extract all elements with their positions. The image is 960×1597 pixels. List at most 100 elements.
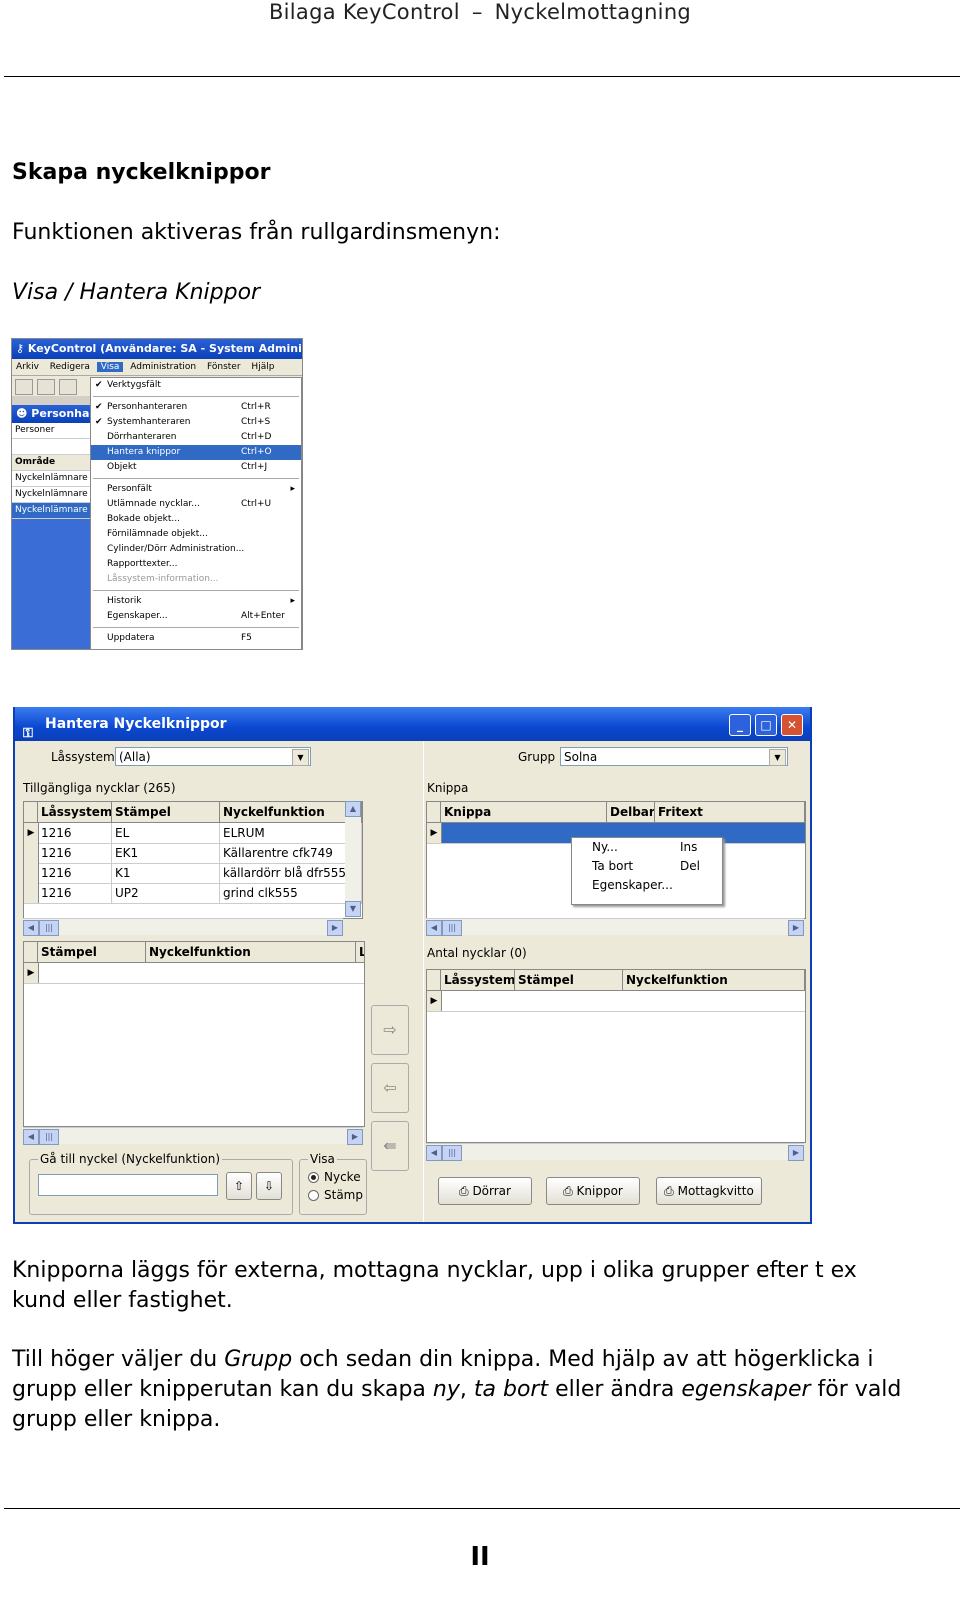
header-rule (4, 76, 960, 77)
col-lassystem[interactable]: Låssystem (38, 802, 112, 822)
scroll-down-icon[interactable]: ▼ (345, 901, 361, 917)
scroll-left-icon[interactable]: ◀ (426, 1145, 442, 1161)
scroll-thumb[interactable]: ||| (39, 920, 59, 936)
vertical-scrollbar[interactable]: ▲ ▼ (345, 801, 361, 917)
maximize-icon[interactable]: □ (755, 714, 777, 736)
menu-item-systemhanteraren[interactable]: ✔ Systemhanteraren Ctrl+S (91, 415, 301, 430)
menu-item-hantera-knippor[interactable]: Hantera knippor Ctrl+O (91, 445, 301, 460)
scroll-left-icon[interactable]: ◀ (23, 1129, 39, 1145)
ctx-item-egenskaper[interactable]: Egenskaper... (572, 876, 722, 895)
horizontal-scrollbar[interactable]: ◀ ||| ▶ (426, 1143, 804, 1161)
menu-fonster[interactable]: Fönster (203, 362, 245, 372)
menu-item-personfalt[interactable]: Personfält ▸ (91, 482, 301, 497)
menu-item-rapporttexter[interactable]: Rapporttexter... (91, 557, 301, 572)
radio-icon[interactable] (308, 1172, 319, 1183)
left-pane: Låssystem (Alla) ▼ Tillgängliga nycklar (… (15, 741, 420, 1222)
person-pane-body: Personer Område Nyckelnlämnare Nyckelnlä… (12, 423, 90, 519)
col-stampel[interactable]: Stämpel (38, 942, 146, 962)
horizontal-scrollbar[interactable]: ◀ ||| ▶ (23, 1127, 363, 1145)
close-icon[interactable]: ✕ (781, 714, 803, 736)
col-delbar[interactable]: Delbar (607, 802, 655, 822)
menu-item-objekt[interactable]: Objekt Ctrl+J (91, 460, 301, 475)
visa-option-stampel[interactable]: Stämp (308, 1188, 363, 1202)
scroll-right-icon[interactable]: ▶ (788, 920, 804, 936)
section-heading: Skapa nyckelknippor (12, 160, 271, 185)
folder-icon[interactable] (37, 379, 55, 395)
person-row[interactable]: Nyckelnlämnare (12, 471, 90, 487)
move-left-button[interactable]: ⇦ (371, 1063, 409, 1113)
col-nyckelfunktion[interactable]: Nyckelfunktion (220, 802, 362, 822)
current-row-icon: ▶ (427, 823, 442, 843)
search-icon[interactable] (59, 379, 77, 395)
menu-item-dorrhanteraren[interactable]: Dörrhanteraren Ctrl+D (91, 430, 301, 445)
ctx-item-ny[interactable]: Ny... Ins (572, 838, 722, 857)
menu-item-bokade-objekt[interactable]: Bokade objekt... (91, 512, 301, 527)
col-l[interactable]: L (356, 942, 364, 962)
ctx-item-ta-bort[interactable]: Ta bort Del (572, 857, 722, 876)
arrow-left-icon: ⇦ (383, 1078, 397, 1097)
col-lassystem[interactable]: Låssystem (441, 970, 515, 990)
table-row[interactable]: 1216 K1 källardörr blå dfr555 (24, 863, 362, 884)
menu-separator (93, 590, 299, 591)
dorrar-button[interactable]: ⎙ Dörrar (438, 1177, 532, 1205)
menu-item-uppdatera[interactable]: Uppdatera F5 (91, 631, 301, 646)
menu-separator (93, 627, 299, 628)
col-fritext[interactable]: Fritext (655, 802, 805, 822)
menu-item-historik[interactable]: Historik ▸ (91, 594, 301, 609)
scroll-right-icon[interactable]: ▶ (327, 920, 343, 936)
scroll-right-icon[interactable]: ▶ (788, 1145, 804, 1161)
scroll-left-icon[interactable]: ◀ (23, 920, 39, 936)
menu-item-egenskaper[interactable]: Egenskaper... Alt+Enter (91, 609, 301, 624)
menu-separator (93, 396, 299, 397)
arrow-down-button[interactable]: ⇩ (256, 1172, 282, 1200)
window-titlebar: ⚿ Hantera Nyckelknippor _ □ ✕ (15, 707, 810, 741)
key-ring-keys-grid: Stämpel Nyckelfunktion L ▶ (23, 941, 365, 1127)
lassystem-select[interactable]: (Alla) ▼ (115, 747, 311, 766)
table-row[interactable]: ▶ (427, 991, 805, 1012)
horizontal-scrollbar[interactable]: ◀ ||| ▶ (426, 918, 804, 936)
table-row[interactable]: 1216 UP2 grind clk555 (24, 883, 362, 904)
menu-visa[interactable]: Visa (96, 362, 124, 372)
radio-icon[interactable] (308, 1190, 319, 1201)
menu-item-fornilamnade-objekt[interactable]: Förnilämnade objekt... (91, 527, 301, 542)
menu-hjalp[interactable]: Hjälp (247, 362, 278, 372)
chevron-down-icon[interactable]: ▼ (769, 749, 786, 766)
scroll-left-icon[interactable]: ◀ (426, 920, 442, 936)
col-nyckelfunktion[interactable]: Nyckelfunktion (146, 942, 356, 962)
move-right-button[interactable]: ⇨ (371, 1005, 409, 1055)
table-row[interactable]: ▶ 1216 EL ELRUM (24, 823, 362, 844)
col-stampel[interactable]: Stämpel (515, 970, 623, 990)
minimize-icon[interactable]: _ (729, 714, 751, 736)
move-all-left-button[interactable]: ⇚ (371, 1121, 409, 1171)
chevron-down-icon[interactable]: ▼ (292, 749, 309, 766)
col-knippa[interactable]: Knippa (441, 802, 607, 822)
menu-item-utlamnade-nycklar[interactable]: Utlämnade nycklar... Ctrl+U (91, 497, 301, 512)
knippa-label: Knippa (427, 781, 469, 795)
menu-redigera[interactable]: Redigera (46, 362, 94, 372)
horizontal-scrollbar[interactable]: ◀ ||| ▶ (23, 918, 343, 936)
scroll-right-icon[interactable]: ▶ (347, 1129, 363, 1145)
arrow-up-button[interactable]: ⇧ (226, 1172, 252, 1200)
menu-item-verktygsfalt[interactable]: ✔ Verktygsfält (91, 378, 301, 393)
visa-option-nyckel[interactable]: Nycke (308, 1170, 361, 1184)
menubar: Arkiv Redigera Visa Administration Fönst… (12, 359, 302, 376)
scroll-up-icon[interactable]: ▲ (345, 801, 361, 817)
open-icon[interactable] (15, 379, 33, 395)
person-row[interactable]: Nyckelnlämnare (12, 487, 90, 503)
menu-administration[interactable]: Administration (126, 362, 200, 372)
knippor-button[interactable]: ⎙ Knippor (546, 1177, 640, 1205)
menu-arkiv[interactable]: Arkiv (12, 362, 43, 372)
grupp-select[interactable]: Solna ▼ (560, 747, 788, 766)
person-row[interactable]: Nyckelnlämnare (12, 503, 90, 519)
col-nyckelfunktion[interactable]: Nyckelfunktion (623, 970, 805, 990)
table-row[interactable]: 1216 EK1 Källarentre cfk749 (24, 843, 362, 864)
scroll-thumb[interactable]: ||| (442, 1145, 462, 1161)
mottagkvitto-button[interactable]: ⎙ Mottagkvitto (656, 1177, 762, 1205)
scroll-thumb[interactable]: ||| (39, 1129, 59, 1145)
menu-item-cylinder-dorr[interactable]: Cylinder/Dörr Administration... (91, 542, 301, 557)
scroll-thumb[interactable]: ||| (442, 920, 462, 936)
goto-key-input[interactable] (38, 1174, 218, 1196)
table-row[interactable]: ▶ (24, 963, 364, 984)
menu-item-personhanteraren[interactable]: ✔ Personhanteraren Ctrl+R (91, 400, 301, 415)
col-stampel[interactable]: Stämpel (112, 802, 220, 822)
